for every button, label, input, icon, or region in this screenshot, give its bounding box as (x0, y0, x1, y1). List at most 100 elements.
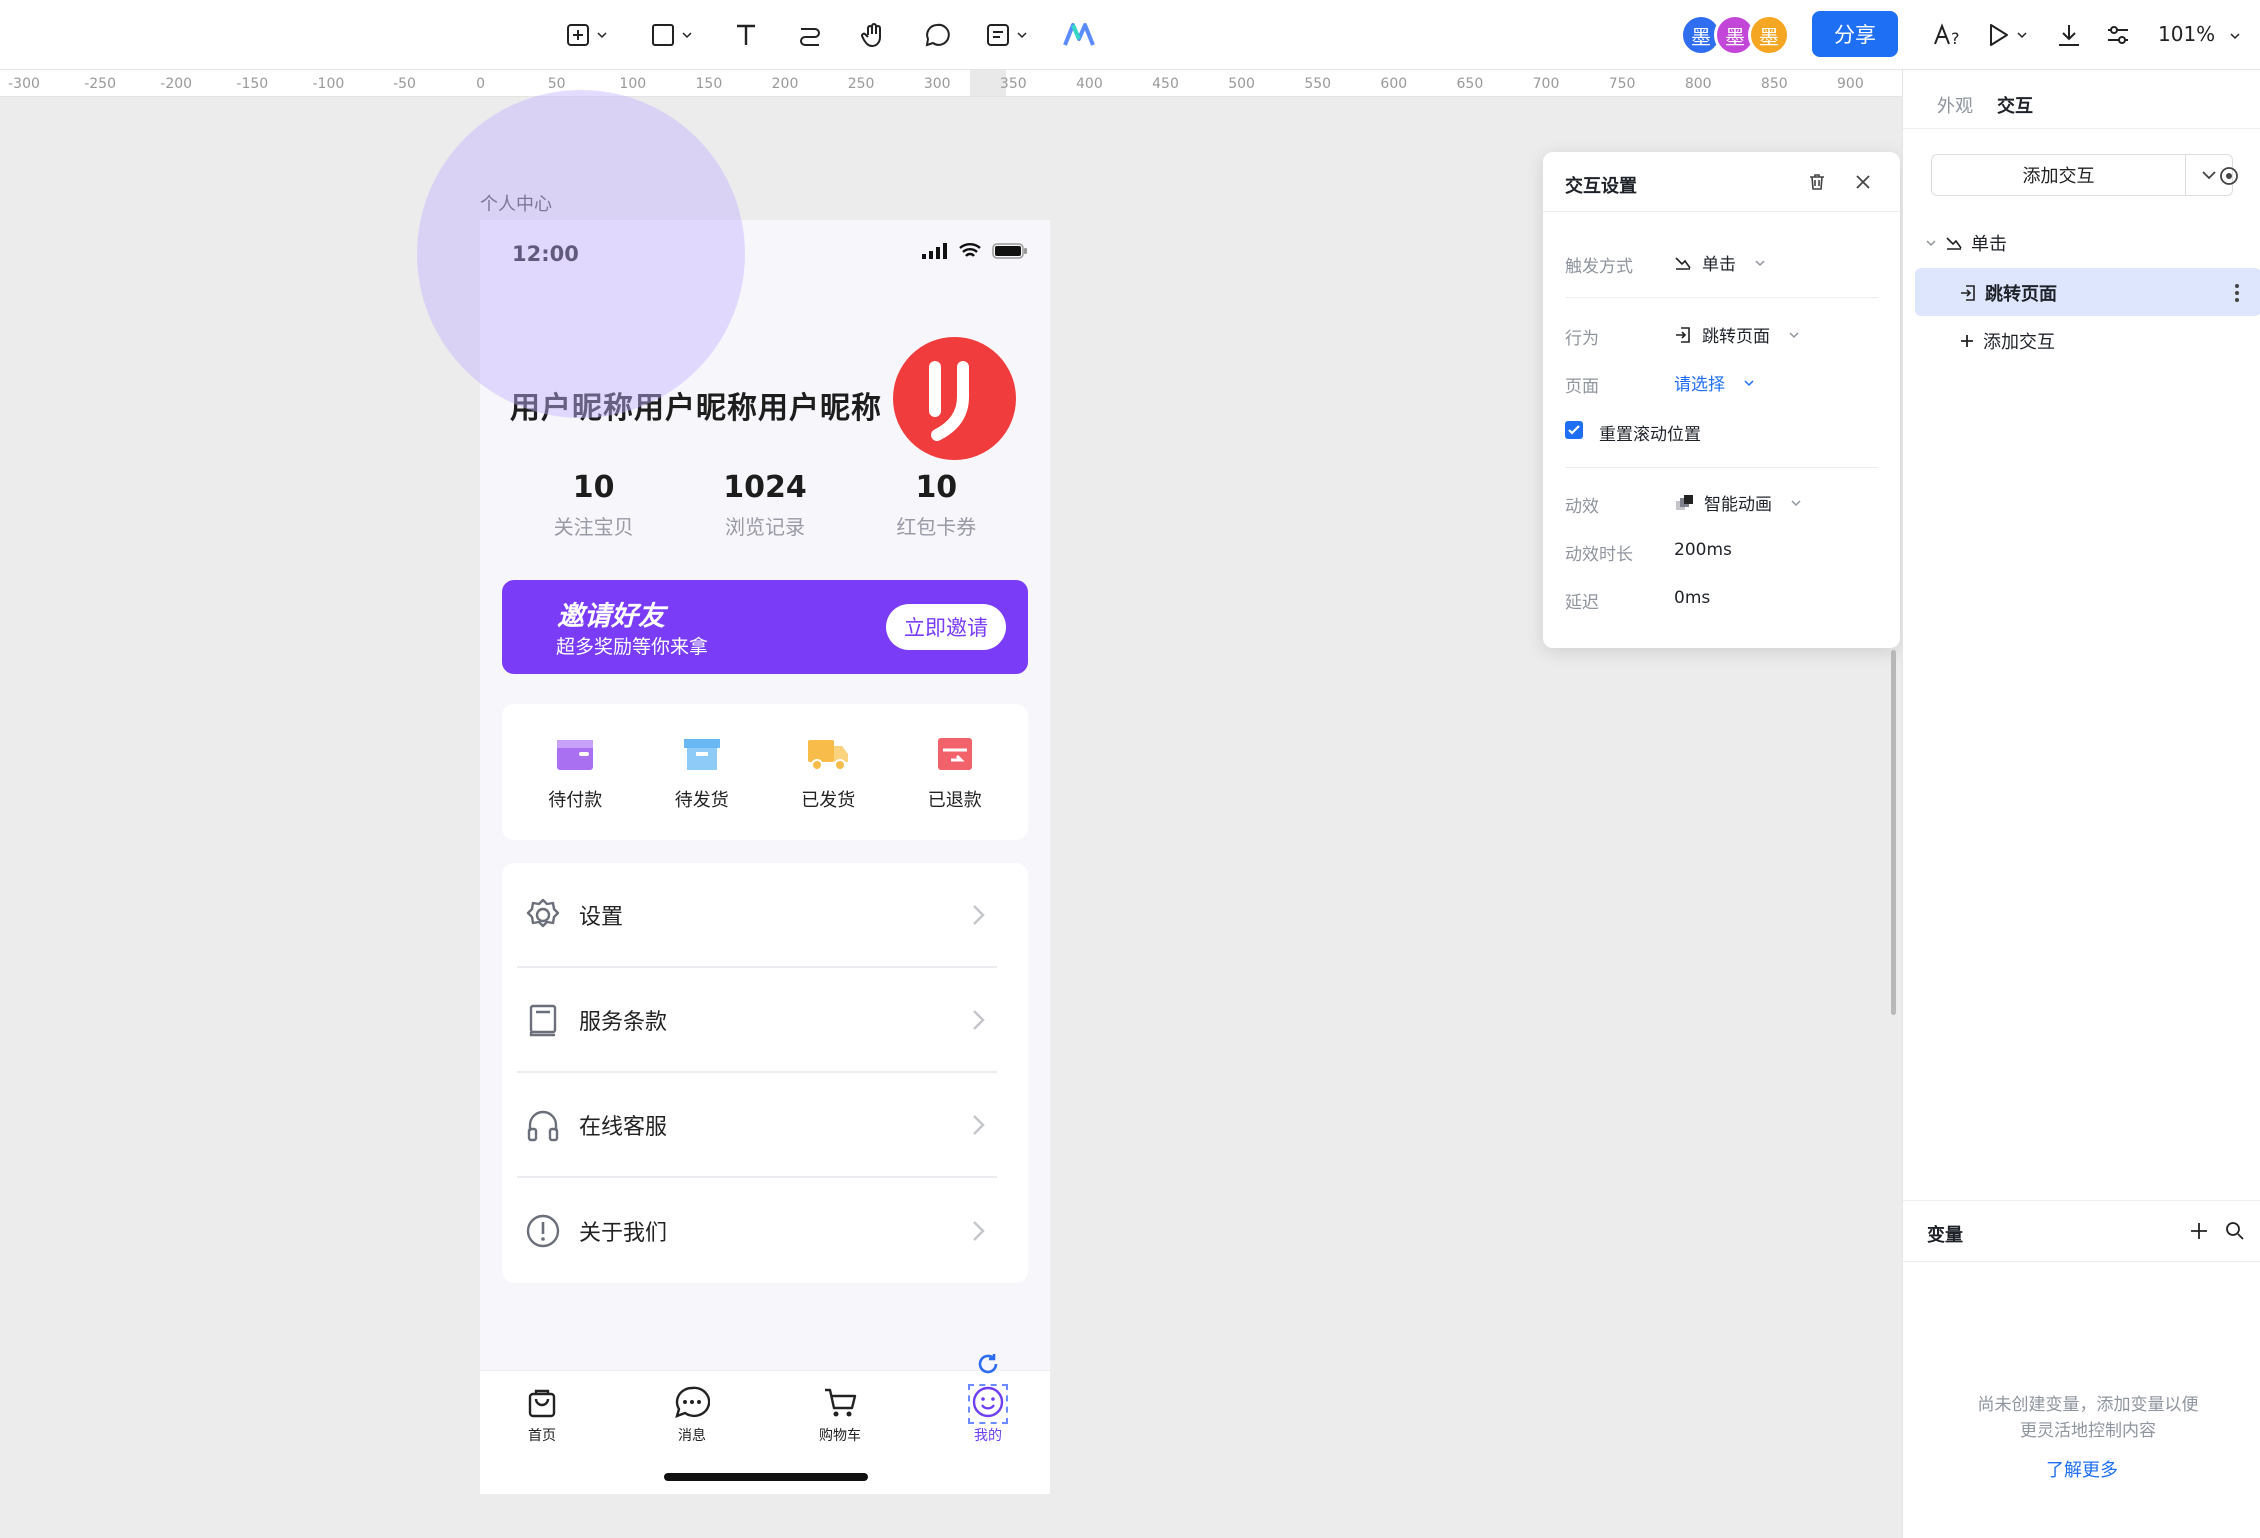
ruler-tick-label: -50 (393, 76, 416, 92)
settings-button[interactable] (2105, 15, 2131, 55)
invite-banner[interactable]: 邀请好友 超多奖励等你来拿 立即邀请 (502, 580, 1028, 674)
menu-item-terms[interactable]: 服务条款 (517, 968, 997, 1073)
note-tool-button[interactable] (985, 15, 1027, 55)
divider (1903, 128, 2260, 129)
ruler-tick-label: -100 (312, 76, 345, 92)
stat-favorites[interactable]: 10 关注宝贝 (519, 470, 669, 540)
ruler-tick-label: -250 (84, 76, 116, 92)
font-check-button[interactable]: ? (1933, 15, 1963, 55)
collaborator-avatars[interactable]: 墨 墨 墨 (1680, 14, 1792, 56)
canvas-scrollbar[interactable] (1891, 650, 1896, 1015)
user-avatar[interactable] (893, 337, 1016, 460)
effect-select[interactable]: 智能动画 (1674, 490, 1802, 515)
share-button[interactable]: 分享 (1812, 11, 1898, 57)
delay-input[interactable]: 0ms (1674, 588, 1710, 608)
comment-tool-button[interactable] (924, 15, 950, 55)
logo-icon (929, 361, 969, 441)
order-pending-payment[interactable]: 待付款 (520, 704, 630, 840)
frame-tool-button[interactable] (565, 15, 607, 55)
chevron-right-icon (973, 904, 985, 925)
home-indicator (664, 1473, 868, 1481)
ruler-tick-label: 0 (476, 76, 486, 92)
ruler-tick-label: 100 (619, 76, 647, 92)
tree-add-interaction[interactable]: 添加交互 (1959, 328, 2055, 354)
tab-cart[interactable]: 购物车 (800, 1385, 880, 1445)
divider (1565, 297, 1878, 298)
wallet-icon (557, 740, 594, 770)
tab-home[interactable]: 首页 (502, 1385, 582, 1445)
ruler-tick-label: 500 (1228, 76, 1255, 92)
stat-label: 红包卡券 (896, 515, 977, 539)
invite-now-button[interactable]: 立即邀请 (886, 604, 1006, 650)
search-icon[interactable] (2225, 1221, 2245, 1241)
effect-value: 智能动画 (1704, 495, 1772, 515)
add-interaction-button[interactable]: 添加交互 (1931, 154, 2186, 196)
plus-icon[interactable] (2189, 1221, 2209, 1241)
action-select[interactable]: 跳转页面 (1674, 322, 1800, 347)
jump-page-icon (1676, 326, 1690, 343)
tree-action-jump[interactable]: 跳转页面 (1959, 280, 2057, 306)
truck-icon (808, 740, 849, 771)
selection-box[interactable] (968, 1384, 1008, 1424)
order-pending-shipment[interactable]: 待发货 (647, 704, 757, 840)
menu-item-settings[interactable]: 设置 (517, 863, 997, 968)
menu-item-about[interactable]: 关于我们 (517, 1178, 997, 1283)
more-vertical-icon[interactable] (2233, 282, 2241, 304)
stat-history[interactable]: 1024 浏览记录 (690, 470, 840, 540)
chevron-down-icon (1017, 32, 1027, 39)
ruler-tick-label: 250 (847, 76, 875, 92)
comment-icon (925, 23, 950, 47)
zoom-dropdown[interactable]: 101% (2158, 22, 2240, 46)
invite-subtitle: 超多奖励等你来拿 (556, 636, 709, 658)
refund-icon (937, 738, 972, 770)
menu-item-customer-service[interactable]: 在线客服 (517, 1073, 997, 1178)
ruler-tick-label: -150 (236, 76, 269, 92)
order-shipped[interactable]: 已发货 (773, 704, 883, 840)
menu-label: 设置 (579, 904, 624, 930)
box-icon (683, 739, 720, 770)
tab-label: 我的 (974, 1428, 1002, 1444)
rectangle-icon (652, 24, 674, 46)
target-icon[interactable] (2218, 165, 2240, 187)
rotate-handle[interactable] (976, 1352, 1000, 1380)
empty-line: 更灵活地控制内容 (2020, 1421, 2156, 1441)
shape-tool-button[interactable] (650, 15, 692, 55)
signal-icon (922, 243, 947, 259)
order-refunded[interactable]: 已退款 (900, 704, 1010, 840)
hand-tool-button[interactable] (860, 15, 888, 55)
bag-icon (528, 1389, 556, 1418)
book-icon (529, 1004, 557, 1036)
connector-tool-button[interactable] (797, 15, 823, 55)
avatar[interactable]: 墨 (1748, 14, 1790, 56)
chevron-down-icon (1789, 331, 1799, 338)
chevron-down-icon (2017, 32, 2027, 39)
ruler-tick-label: 650 (1456, 76, 1484, 92)
duration-input[interactable]: 200ms (1674, 540, 1732, 560)
chevron-down-icon (1744, 379, 1754, 386)
close-icon[interactable] (1853, 172, 1873, 192)
preview-play-button[interactable] (1985, 15, 2027, 55)
learn-more-link[interactable]: 了解更多 (1903, 1456, 2260, 1482)
ruler-tick-label: 200 (771, 76, 799, 92)
tab-messages[interactable]: 消息 (652, 1385, 732, 1445)
tree-trigger-click[interactable]: 单击 (1925, 230, 2007, 256)
action-label: 行为 (1565, 329, 1599, 349)
variables-empty-text: 尚未创建变量，添加变量以便 更灵活地控制内容 (1943, 1392, 2233, 1444)
tab-interaction[interactable]: 交互 (1997, 92, 2033, 118)
gear-icon (526, 898, 560, 927)
decorative-circle[interactable] (417, 90, 745, 418)
trigger-select[interactable]: 单击 (1674, 250, 1766, 275)
reset-scroll-checkbox[interactable] (1565, 421, 1583, 439)
download-button[interactable] (2056, 15, 2082, 55)
tab-appearance[interactable]: 外观 (1937, 92, 1973, 118)
orders-card: 待付款 待发货 已发货 已退款 (502, 704, 1028, 840)
divider (1565, 467, 1878, 468)
menu-label: 在线客服 (579, 1114, 668, 1140)
stat-coupons[interactable]: 10 红包卡券 (861, 470, 1011, 540)
ai-logo-icon (1063, 23, 1095, 46)
chevron-down-icon (1755, 259, 1765, 266)
page-select[interactable]: 请选择 (1674, 370, 1755, 395)
trash-icon[interactable] (1807, 172, 1827, 192)
text-tool-button[interactable] (733, 15, 759, 55)
ai-tool-button[interactable] (1063, 15, 1095, 55)
